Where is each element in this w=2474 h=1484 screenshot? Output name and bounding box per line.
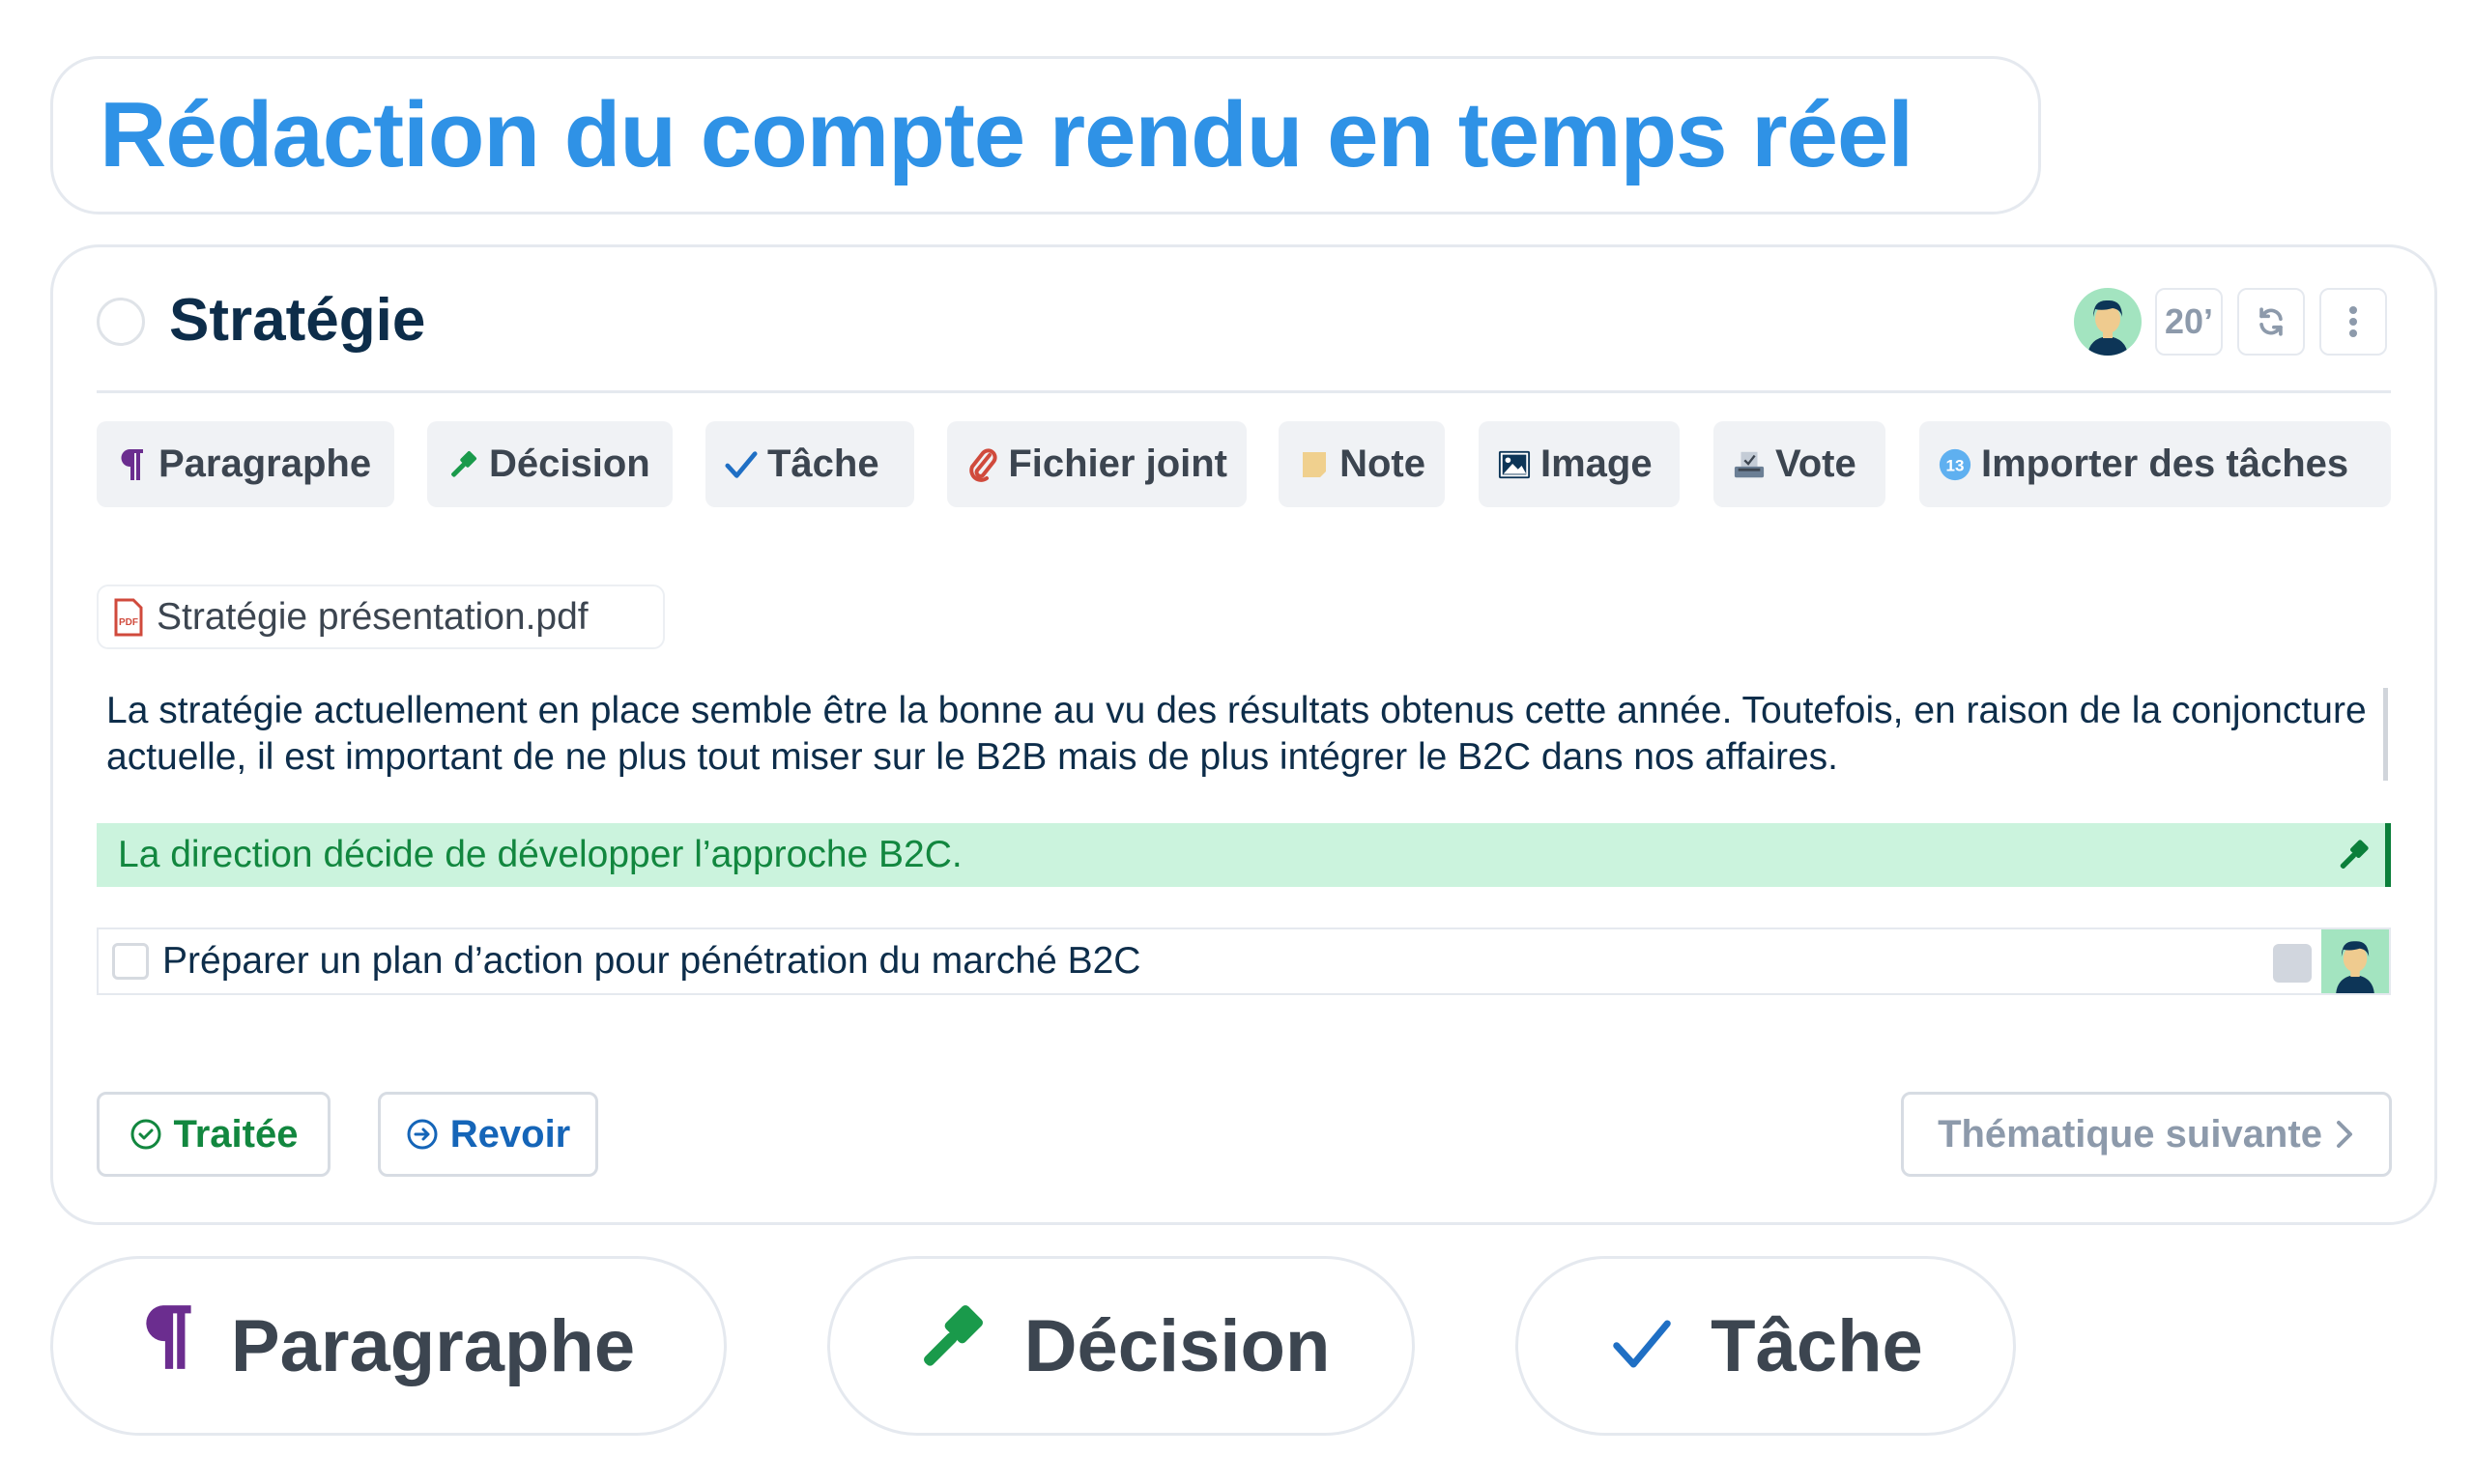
decision-block[interactable]: La direction décide de développer l’appr… bbox=[97, 823, 2391, 887]
more-vertical-icon bbox=[2349, 306, 2357, 337]
page-title: Rédaction du compte rendu en temps réel bbox=[100, 83, 1913, 186]
mark-treated-button[interactable]: Traitée bbox=[97, 1092, 331, 1177]
pill-task-label: Tâche bbox=[1711, 1304, 1923, 1387]
refresh-button[interactable] bbox=[2237, 288, 2305, 356]
image-icon bbox=[1498, 445, 1531, 484]
toolbar-vote-label: Vote bbox=[1775, 442, 1856, 485]
paragraph-block[interactable]: La stratégie actuellement en place sembl… bbox=[106, 688, 2368, 781]
toolbar-paragraph-label: Paragraphe bbox=[158, 442, 372, 485]
toolbar-note-label: Note bbox=[1339, 442, 1425, 485]
topic-title: Stratégie bbox=[169, 287, 426, 354]
review-label: Revoir bbox=[449, 1112, 571, 1156]
task-assignee-avatar[interactable] bbox=[2321, 929, 2389, 993]
next-topic-button[interactable]: Thématique suivante bbox=[1901, 1092, 2392, 1177]
import-badge-icon: 13 bbox=[1939, 445, 1971, 484]
attachment-chip[interactable]: PDF Stratégie présentation.pdf bbox=[97, 585, 665, 649]
next-topic-label: Thématique suivante bbox=[1938, 1112, 2322, 1156]
paragraph-marker bbox=[2383, 688, 2388, 781]
toolbar-image-label: Image bbox=[1540, 442, 1653, 485]
task-label[interactable]: Préparer un plan d’action pour pénétrati… bbox=[162, 940, 1140, 983]
check-icon bbox=[1608, 1304, 1676, 1388]
toolbar-decision-button[interactable]: Décision bbox=[427, 421, 673, 507]
refresh-icon bbox=[2259, 307, 2283, 336]
note-icon bbox=[1298, 445, 1330, 484]
check-circle-icon bbox=[130, 1119, 161, 1150]
gavel-icon bbox=[2335, 837, 2372, 883]
ballot-box-icon bbox=[1733, 445, 1766, 484]
task-row: Préparer un plan d’action pour pénétrati… bbox=[97, 928, 2391, 995]
toolbar-paragraph-button[interactable]: Paragraphe bbox=[97, 421, 394, 507]
toolbar-import-tasks-button[interactable]: 13 Importer des tâches bbox=[1919, 421, 2391, 507]
toolbar-task-button[interactable]: Tâche bbox=[705, 421, 914, 507]
pilcrow-icon bbox=[116, 445, 149, 484]
person-icon bbox=[2087, 300, 2128, 356]
attachment-filename: Stratégie présentation.pdf bbox=[157, 595, 589, 638]
toolbar-attachment-label: Fichier joint bbox=[1008, 442, 1227, 485]
review-button[interactable]: Revoir bbox=[378, 1092, 598, 1177]
person-icon bbox=[2336, 941, 2374, 993]
pill-paragraph-label: Paragraphe bbox=[230, 1304, 636, 1387]
page-title-box: Rédaction du compte rendu en temps réel bbox=[50, 56, 2041, 214]
duration-badge[interactable]: 20’ bbox=[2155, 288, 2223, 356]
feature-pill-task: Tâche bbox=[1515, 1256, 2016, 1436]
toolbar-decision-label: Décision bbox=[489, 442, 650, 485]
more-options-button[interactable] bbox=[2319, 288, 2387, 356]
decision-text: La direction décide de développer l’appr… bbox=[118, 834, 963, 875]
toolbar-task-label: Tâche bbox=[767, 442, 879, 485]
svg-text:PDF: PDF bbox=[119, 617, 138, 628]
pill-decision-label: Décision bbox=[1023, 1304, 1331, 1387]
arrow-right-circle-icon bbox=[407, 1119, 438, 1150]
header-divider bbox=[97, 390, 2391, 393]
treated-label: Traitée bbox=[173, 1112, 299, 1156]
paperclip-icon bbox=[966, 445, 998, 484]
toolbar-attachment-button[interactable]: Fichier joint bbox=[947, 421, 1247, 507]
gavel-icon bbox=[912, 1298, 990, 1393]
gavel-icon bbox=[446, 445, 479, 484]
pdf-file-icon: PDF bbox=[114, 598, 143, 636]
chevron-right-icon bbox=[2336, 1121, 2352, 1148]
check-icon bbox=[725, 445, 758, 484]
toolbar-note-button[interactable]: Note bbox=[1279, 421, 1445, 507]
feature-pill-decision: Décision bbox=[827, 1256, 1415, 1436]
toolbar-import-tasks-label: Importer des tâches bbox=[1981, 442, 2349, 485]
task-due-date-button[interactable] bbox=[2273, 944, 2312, 983]
feature-pill-paragraph: Paragraphe bbox=[50, 1256, 727, 1436]
toolbar-vote-button[interactable]: Vote bbox=[1713, 421, 1885, 507]
svg-text:13: 13 bbox=[1946, 456, 1965, 474]
task-checkbox[interactable] bbox=[112, 943, 149, 980]
toolbar-image-button[interactable]: Image bbox=[1479, 421, 1680, 507]
pilcrow-icon bbox=[142, 1301, 196, 1390]
user-avatar[interactable] bbox=[2074, 288, 2142, 356]
topic-status-radio[interactable] bbox=[97, 298, 145, 346]
